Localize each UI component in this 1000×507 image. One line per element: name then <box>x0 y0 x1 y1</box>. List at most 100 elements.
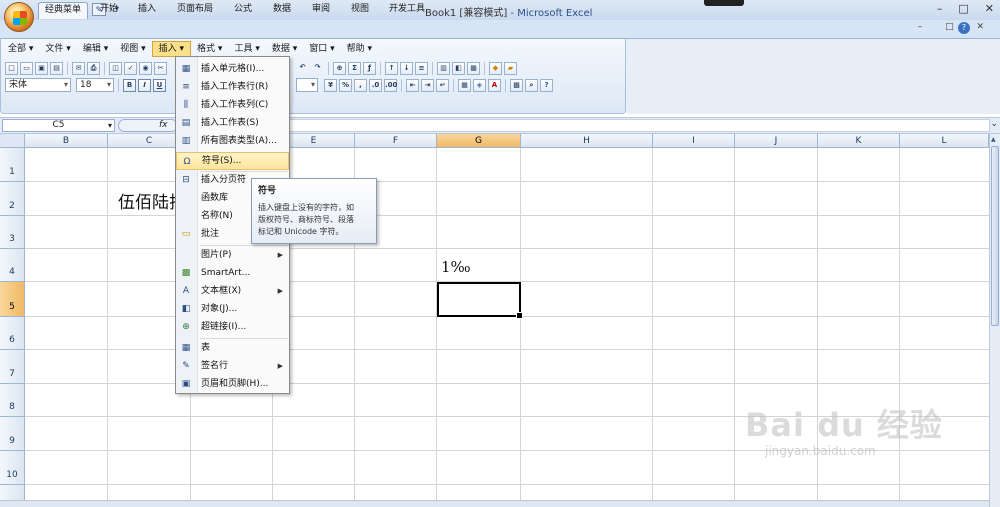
font-name-combo[interactable]: 宋体 <box>5 78 71 92</box>
menu-all[interactable]: 全部 ▾ <box>2 41 39 57</box>
menu-file[interactable]: 文件 ▾ <box>39 41 76 57</box>
spelling-icon[interactable]: ✓ <box>124 61 137 75</box>
tab-insert[interactable]: 插入 <box>130 2 164 19</box>
row-header-4[interactable]: 4 <box>0 249 25 282</box>
menu-item-insert-row[interactable]: ≡ 插入工作表行(R) <box>176 78 289 96</box>
name-box[interactable]: C5 <box>2 119 115 132</box>
tab-developer[interactable]: 开发工具 <box>382 2 432 19</box>
tab-home[interactable]: 开始 <box>92 2 126 19</box>
menu-item-all-chart-types[interactable]: ▥ 所有图表类型(A)... <box>176 132 289 150</box>
col-header-g[interactable]: G <box>437 134 521 148</box>
col-header-l[interactable]: L <box>900 134 989 148</box>
styles-icon[interactable]: ▩ <box>510 78 523 92</box>
increase-decimal-icon[interactable]: .0 <box>369 78 382 92</box>
insert-function-button[interactable]: fx <box>118 119 178 132</box>
cell-g4[interactable]: 1‰ <box>441 258 471 276</box>
menu-window[interactable]: 窗口 ▾ <box>303 41 340 57</box>
help-toolbar-icon[interactable]: ? <box>540 78 553 92</box>
menu-view[interactable]: 视图 ▾ <box>114 41 151 57</box>
cut-icon[interactable]: ✂ <box>154 61 167 75</box>
menu-item-smartart[interactable]: ▩ SmartArt... <box>176 264 289 282</box>
font-color-icon[interactable]: A <box>488 78 501 92</box>
menu-item-table[interactable]: ▦ 表 <box>176 339 289 357</box>
highlight-icon[interactable]: ◆ <box>489 61 502 75</box>
menu-item-insert-cells[interactable]: ▦ 插入单元格(I)... <box>176 60 289 78</box>
menu-format[interactable]: 格式 ▾ <box>191 41 228 57</box>
close-button[interactable]: ✕ <box>985 2 994 15</box>
vertical-scrollbar[interactable]: ▲ <box>989 134 1000 507</box>
bold-icon[interactable]: B <box>123 78 136 92</box>
underline-icon[interactable]: U <box>153 78 166 92</box>
menu-data[interactable]: 数据 ▾ <box>266 41 303 57</box>
menu-item-insert-sheet[interactable]: ▤ 插入工作表(S) <box>176 114 289 132</box>
row-header-10[interactable]: 10 <box>0 451 25 485</box>
hyperlink-toolbar-icon[interactable]: ⊕ <box>333 61 346 75</box>
scroll-up-icon[interactable]: ▲ <box>991 136 996 143</box>
email-icon[interactable]: ✉ <box>72 61 85 75</box>
currency-icon[interactable]: ¥ <box>324 78 337 92</box>
tab-review[interactable]: 审阅 <box>304 2 338 19</box>
redo-toolbar-icon[interactable]: ↷ <box>311 62 324 75</box>
filter-icon[interactable]: ≡ <box>415 61 428 75</box>
col-header-h[interactable]: H <box>521 134 653 148</box>
undo-toolbar-icon[interactable]: ↶ <box>296 62 309 75</box>
col-header-k[interactable]: K <box>818 134 900 148</box>
tab-page-layout[interactable]: 页面布局 <box>170 2 220 19</box>
chart-toolbar-icon[interactable]: ▥ <box>437 61 450 75</box>
row-header-6[interactable]: 6 <box>0 317 25 350</box>
sort-asc-icon[interactable]: ↑ <box>385 61 398 75</box>
research-icon[interactable]: ◉ <box>139 61 152 75</box>
function-icon[interactable]: ƒ <box>363 61 376 75</box>
increase-indent-icon[interactable]: ⇥ <box>421 78 434 92</box>
row-header-2[interactable]: 2 <box>0 182 25 216</box>
grid-icon[interactable]: ▦ <box>467 61 480 75</box>
menu-edit[interactable]: 编辑 ▾ <box>77 41 114 57</box>
menu-item-hyperlink[interactable]: ⊕ 超链接(I)... <box>176 318 289 336</box>
menu-help[interactable]: 帮助 ▾ <box>341 41 378 57</box>
save-toolbar-icon[interactable]: ▣ <box>35 61 48 75</box>
menu-tools[interactable]: 工具 ▾ <box>228 41 265 57</box>
wrap-icon[interactable]: ↵ <box>436 78 449 92</box>
office-button[interactable] <box>4 2 34 32</box>
menu-insert[interactable]: 插入 ▾ <box>151 41 192 57</box>
new-icon[interactable]: □ <box>5 61 18 75</box>
tab-formulas[interactable]: 公式 <box>226 2 260 19</box>
row-header-5[interactable]: 5 <box>0 282 25 317</box>
row-header-1[interactable]: 1 <box>0 148 25 182</box>
row-header-8[interactable]: 8 <box>0 384 25 417</box>
col-header-j[interactable]: J <box>735 134 818 148</box>
folder-icon[interactable]: ▰ <box>504 61 517 75</box>
decrease-decimal-icon[interactable]: .00 <box>384 78 397 92</box>
workbook-window-controls[interactable]: – □ ✕ <box>918 22 994 32</box>
select-all-corner[interactable] <box>0 134 25 148</box>
selected-cell-c5[interactable] <box>437 282 523 319</box>
col-header-f[interactable]: F <box>355 134 437 148</box>
formula-input[interactable] <box>180 119 990 132</box>
row-header-7[interactable]: 7 <box>0 350 25 384</box>
drawing-icon[interactable]: ◧ <box>452 61 465 75</box>
permission-icon[interactable]: ▤ <box>50 61 63 75</box>
fill-color-icon[interactable]: ◈ <box>473 78 486 92</box>
menu-item-symbol[interactable]: Ω 符号(S)... <box>176 152 289 170</box>
sort-desc-icon[interactable]: ↓ <box>400 61 413 75</box>
print-preview-icon[interactable]: ◫ <box>109 61 122 75</box>
comma-icon[interactable]: , <box>354 78 367 92</box>
row-header-9[interactable]: 9 <box>0 417 25 451</box>
scroll-thumb[interactable] <box>991 146 999 326</box>
merge-combo[interactable] <box>296 78 318 92</box>
minimize-button[interactable]: – <box>937 2 943 15</box>
autosum-icon[interactable]: Σ <box>348 61 361 75</box>
menu-item-textbox[interactable]: A 文本框(X) ▶ <box>176 282 289 300</box>
tab-data[interactable]: 数据 <box>265 2 299 19</box>
maximize-button[interactable]: □ <box>958 2 968 15</box>
font-size-combo[interactable]: 18 <box>76 78 114 92</box>
menu-item-picture[interactable]: 图片(P) ▶ <box>176 246 289 264</box>
percent-icon[interactable]: % <box>339 78 352 92</box>
borders-icon[interactable]: ▦ <box>458 78 471 92</box>
menu-item-signature-line[interactable]: ✎ 签名行 ▶ <box>176 357 289 375</box>
print-icon[interactable]: ⎙ <box>87 61 100 75</box>
row-header-3[interactable]: 3 <box>0 216 25 249</box>
decrease-indent-icon[interactable]: ⇤ <box>406 78 419 92</box>
col-header-b[interactable]: B <box>25 134 108 148</box>
menu-item-insert-column[interactable]: ⫼ 插入工作表列(C) <box>176 96 289 114</box>
